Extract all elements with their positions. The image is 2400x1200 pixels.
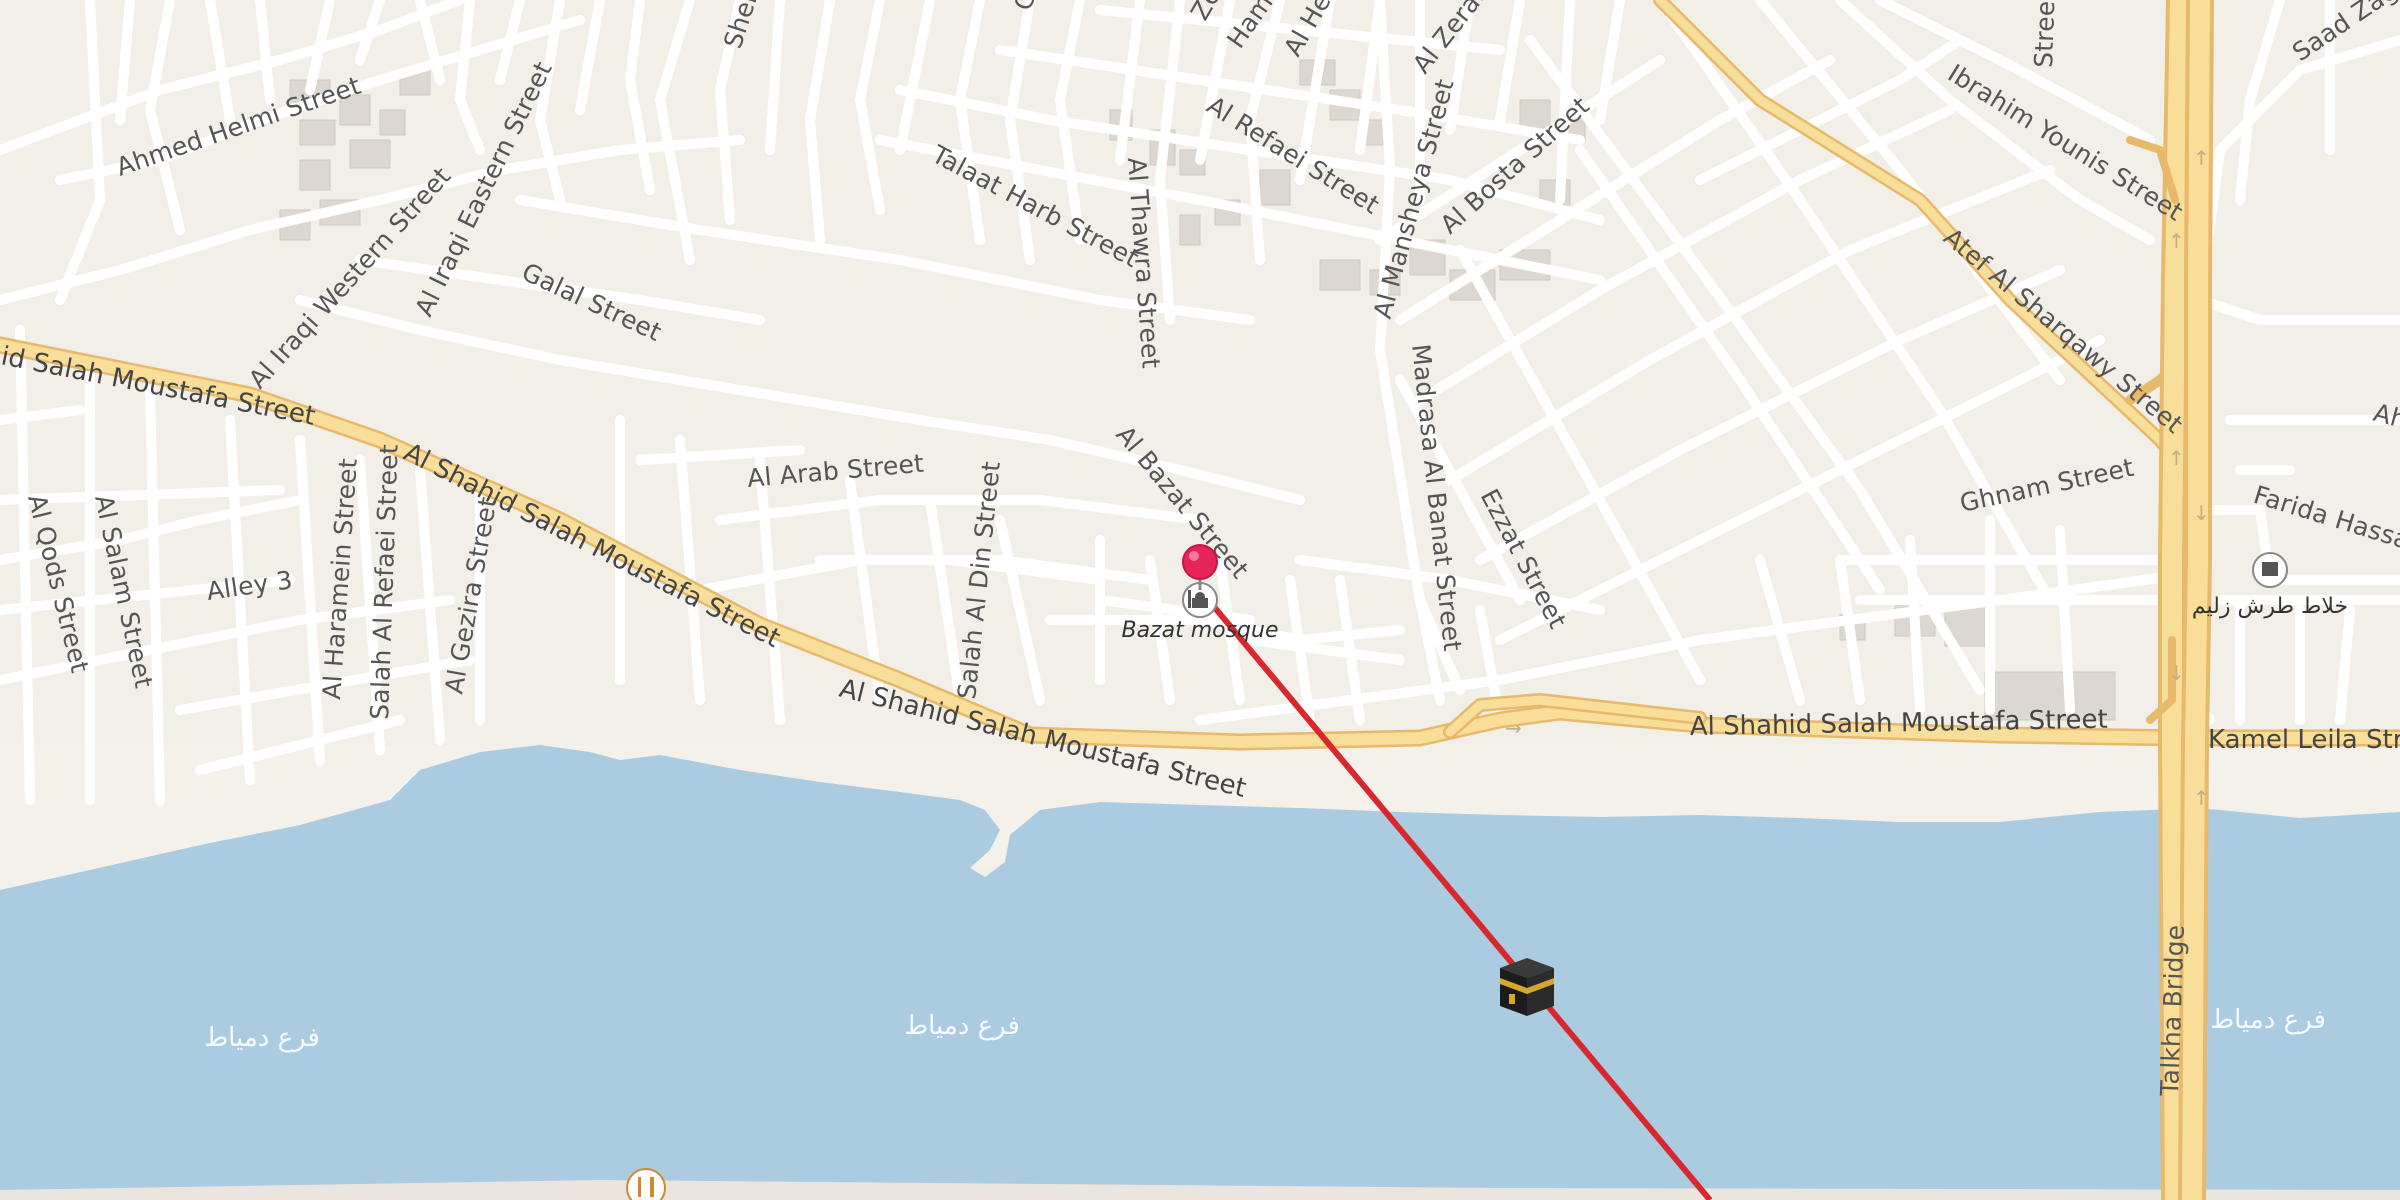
mosque-icon-dome	[1195, 592, 1205, 602]
shop-icon-body	[2262, 562, 2278, 576]
mosque-icon-minaret	[1188, 590, 1191, 608]
svg-text:↓: ↓	[2193, 501, 2210, 525]
svg-text:↑: ↑	[2168, 229, 2185, 253]
street-label-street-top: Street	[2029, 0, 2061, 68]
svg-text:↓: ↓	[2168, 661, 2185, 685]
water-label-2: فرع دمياط	[904, 1011, 1020, 1041]
water-label-3: فرع دمياط	[2210, 1005, 2326, 1035]
shop-label: خلاط طرش زليم	[2192, 594, 2348, 619]
svg-text:↑: ↑	[2168, 446, 2185, 470]
street-label-talkha-bridge: Talkha Bridge	[2155, 924, 2190, 1097]
fork-knife-icon[interactable]	[626, 1168, 666, 1200]
map-view[interactable]: Ahmed Helmi Street Talaat Harb Street Al…	[0, 0, 2400, 1200]
svg-text:↑: ↑	[2193, 146, 2210, 170]
kaaba-icon[interactable]	[1500, 958, 1554, 1016]
street-label-kamel-leila: Kamel Leila Stre	[2208, 725, 2400, 755]
mosque-label: Bazat mosque	[1121, 618, 1278, 643]
svg-text:→: →	[1505, 716, 1522, 740]
water-label-1: فرع دمياط	[204, 1023, 320, 1053]
svg-text:↑: ↑	[2193, 786, 2210, 810]
map-canvas[interactable]: Ahmed Helmi Street Talaat Harb Street Al…	[0, 0, 2400, 1200]
